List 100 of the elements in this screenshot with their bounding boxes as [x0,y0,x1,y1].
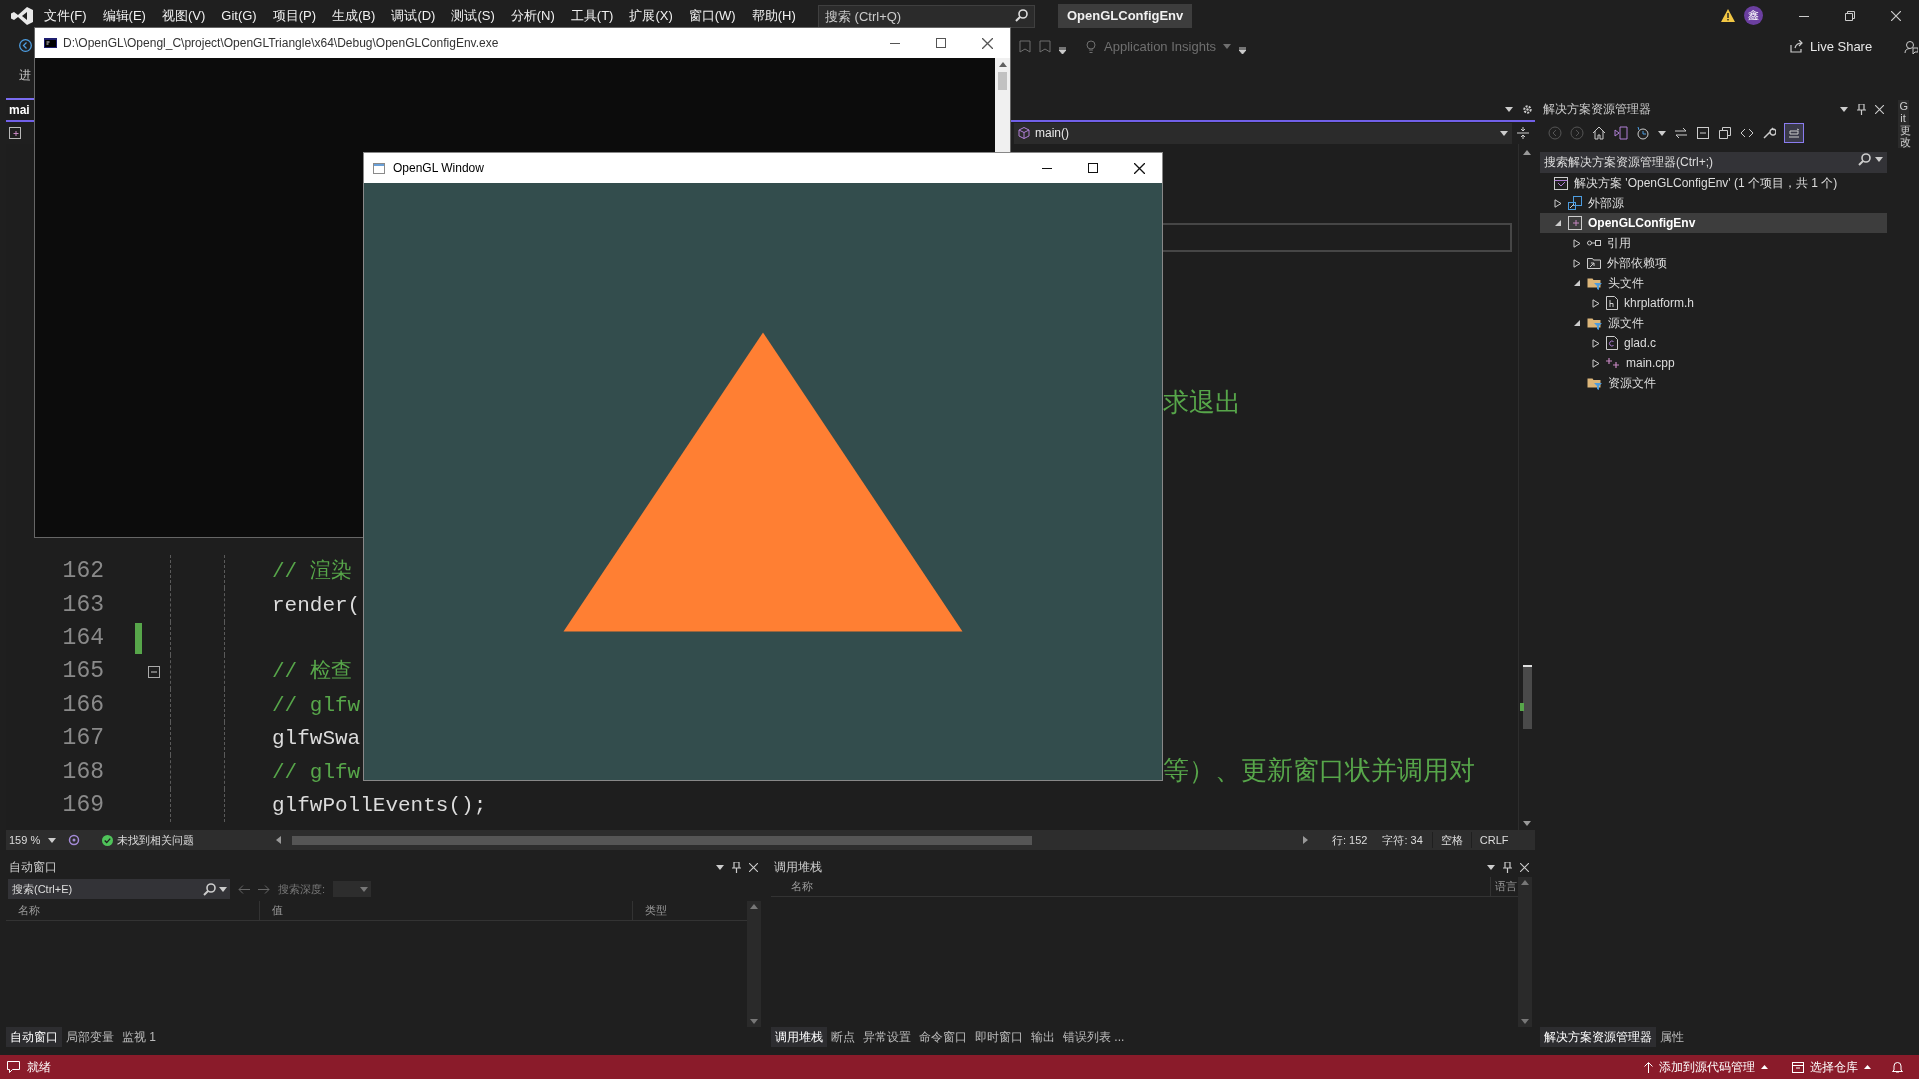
panel-tab[interactable]: 局部变量 [62,1027,118,1047]
search-icon[interactable] [203,883,216,896]
collapse-all-icon[interactable] [1696,126,1710,140]
panel-tab[interactable]: 命令窗口 [915,1027,971,1047]
menu-item[interactable]: 帮助(H) [743,3,804,28]
scroll-right-icon[interactable] [1303,836,1308,844]
caret-icon[interactable] [219,887,227,892]
panel-tab[interactable]: 即时窗口 [971,1027,1027,1047]
collapsed-arrow-icon[interactable] [1592,298,1600,308]
wrench-icon[interactable] [1762,126,1776,140]
column-header[interactable]: 语言 [1495,878,1517,895]
lightbulb-icon[interactable] [1086,39,1096,54]
scroll-down-icon[interactable] [1521,1019,1529,1024]
panel-tab[interactable]: 输出 [1027,1027,1059,1047]
collapse-icon[interactable] [148,665,160,678]
tree-item[interactable]: 外部依赖项 [1540,253,1887,273]
project-icon[interactable] [9,127,21,139]
collapsed-arrow-icon[interactable] [1592,338,1600,348]
bookmark-icon[interactable] [1039,40,1051,53]
scroll-up-icon[interactable] [750,904,758,909]
zoom-dropdown[interactable]: 159 % [6,831,62,849]
column-header[interactable]: 名称 [791,878,813,895]
solution-switch-icon[interactable] [1614,126,1628,140]
column-header[interactable]: 名称 [18,902,40,919]
line-ending-indicator[interactable]: CRLF [1471,831,1517,849]
member-dropdown[interactable]: main() [1014,122,1512,144]
tree-item[interactable]: 资源文件 [1540,373,1887,393]
tree-item[interactable]: glad.c [1540,333,1887,353]
scroll-up-icon[interactable] [1523,150,1531,155]
overflow-icon[interactable] [1239,47,1246,54]
menu-item[interactable]: Git(G) [213,3,265,28]
whitespace-indicator[interactable]: 空格 [1431,831,1472,849]
menu-item[interactable]: 文件(F) [36,3,95,28]
expanded-arrow-icon[interactable] [1554,219,1562,227]
collapsed-arrow-icon[interactable] [1573,258,1581,268]
account-avatar[interactable]: 鑫 [1744,6,1763,25]
caret-icon[interactable] [1840,106,1848,112]
tree-item[interactable]: 外部源 [1540,193,1887,213]
menu-item[interactable]: 分析(N) [502,3,563,28]
column-indicator[interactable]: 字符: 34 [1382,831,1423,849]
sync-icon[interactable] [1674,126,1688,140]
show-all-files-icon[interactable] [1718,126,1732,140]
close-icon[interactable] [981,37,993,49]
live-share-button[interactable]: Live Share [1790,36,1873,57]
caret-icon[interactable] [1875,157,1883,162]
pin-icon[interactable] [1857,103,1866,115]
close-icon[interactable] [1133,162,1145,174]
menu-item[interactable]: 编辑(E) [94,3,154,28]
bookmark-icon[interactable] [1019,40,1031,53]
scroll-down-icon[interactable] [750,1019,758,1024]
repository-button[interactable]: 选择仓库 [1792,1058,1871,1076]
collapsed-arrow-icon[interactable] [1592,358,1600,368]
tree-item[interactable]: OpenGLConfigEnv [1540,213,1887,233]
menu-item[interactable]: 调试(D) [383,3,444,28]
forward-arrow-icon[interactable] [258,884,270,894]
source-control-button[interactable]: 添加到源代码管理 [1644,1058,1768,1076]
search-icon[interactable] [1015,9,1028,22]
split-icon[interactable] [1517,127,1529,139]
menu-item[interactable]: 工具(T) [562,3,622,28]
overflow-icon[interactable] [1059,47,1066,54]
tree-item[interactable]: main.cpp [1540,353,1887,373]
search-field[interactable]: 搜索解决方案资源管理器(Ctrl+;) [1540,151,1887,173]
caret-icon[interactable] [1658,130,1666,136]
maximize-icon[interactable] [1088,163,1098,173]
copilot-icon[interactable] [68,834,80,846]
line-indicator[interactable]: 行: 152 [1332,831,1368,849]
column-header[interactable]: 类型 [645,902,667,919]
back-icon[interactable] [19,39,32,52]
code-icon[interactable] [1740,126,1754,140]
pin-icon[interactable] [732,861,741,873]
issues-indicator[interactable]: 未找到相关问题 [102,831,194,849]
column-header[interactable]: 值 [272,902,283,919]
maximize-icon[interactable] [936,38,946,48]
home-icon[interactable] [1592,126,1606,140]
scroll-up-icon[interactable] [1521,880,1529,885]
scrollbar-thumb[interactable] [998,72,1007,90]
panel-tab[interactable]: 监视 1 [118,1027,160,1047]
menu-item[interactable]: 项目(P) [264,3,325,28]
panel-tab[interactable]: 断点 [827,1027,859,1047]
menu-item[interactable]: 生成(B) [324,3,384,28]
collapsed-arrow-icon[interactable] [1554,198,1562,208]
preview-toggle[interactable] [1784,123,1804,143]
gear-icon[interactable] [1522,103,1533,115]
panel-tab[interactable]: 调用堆栈 [771,1027,827,1047]
caret-icon[interactable] [1505,106,1513,112]
bell-icon[interactable] [1892,1061,1903,1073]
warning-icon[interactable] [1721,9,1735,22]
pin-icon[interactable] [1503,861,1512,873]
tree-item[interactable]: khrplatform.h [1540,293,1887,313]
feedback-icon[interactable] [1904,39,1919,54]
tree-item[interactable]: 引用 [1540,233,1887,253]
scroll-down-icon[interactable] [1523,821,1531,826]
menu-item[interactable]: 视图(V) [153,3,214,28]
search-field[interactable]: 搜索 (Ctrl+Q) [818,5,1035,28]
output-icon[interactable] [7,1061,20,1073]
vertical-scrollbar[interactable] [1518,877,1532,1027]
panel-tab[interactable]: 自动窗口 [6,1027,62,1047]
panel-tab[interactable]: 异常设置 [859,1027,915,1047]
expanded-arrow-icon[interactable] [1573,279,1581,287]
menu-item[interactable]: 窗口(W) [680,3,744,28]
